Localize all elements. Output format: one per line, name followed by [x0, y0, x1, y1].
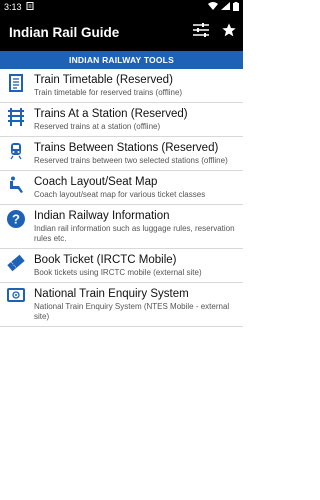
item-description: Reserved trains at a station (offline) — [34, 122, 161, 131]
filter-settings-button[interactable] — [187, 14, 215, 51]
item-title: Train Timetable (Reserved) — [34, 74, 173, 86]
list-item-trains-between-stations[interactable]: Trains Between Stations (Reserved) Reser… — [0, 137, 243, 171]
item-description: National Train Enquiry System (NTES Mobi… — [34, 302, 230, 321]
list-item-book-ticket[interactable]: Book Ticket (IRCTC Mobile) Book tickets … — [0, 249, 243, 283]
notification-icon — [26, 2, 34, 12]
railway-track-icon — [4, 108, 28, 126]
seat-icon — [4, 176, 28, 194]
list-item-ntes[interactable]: National Train Enquiry System National T… — [0, 283, 243, 327]
favorites-button[interactable] — [215, 14, 243, 51]
item-description: Train timetable for reserved trains (off… — [34, 88, 183, 97]
ticket-icon — [4, 254, 28, 272]
navigation-bar — [0, 486, 243, 500]
sliders-icon — [193, 23, 209, 42]
help-icon: ? — [4, 210, 28, 228]
item-title: Trains Between Stations (Reserved) — [34, 142, 219, 154]
section-header: INDIAN RAILWAY TOOLS — [0, 51, 243, 69]
list-item-train-timetable[interactable]: Train Timetable (Reserved) Train timetab… — [0, 69, 243, 103]
item-title: Trains At a Station (Reserved) — [34, 108, 188, 120]
item-title: Book Ticket (IRCTC Mobile) — [34, 254, 177, 266]
wifi-icon — [208, 2, 218, 12]
list-item-railway-information[interactable]: ? Indian Railway Information Indian rail… — [0, 205, 243, 249]
list-item-trains-at-station[interactable]: Trains At a Station (Reserved) Reserved … — [0, 103, 243, 137]
tools-list: Train Timetable (Reserved) Train timetab… — [0, 69, 243, 327]
item-description: Book tickets using IRCTC mobile (externa… — [34, 268, 202, 277]
app-title: Indian Rail Guide — [9, 25, 120, 40]
train-icon — [4, 142, 28, 160]
item-title: National Train Enquiry System — [34, 288, 189, 300]
item-title: Coach Layout/Seat Map — [34, 176, 158, 188]
ntes-icon — [4, 288, 28, 302]
battery-icon — [233, 1, 239, 13]
item-description: Reserved trains between two selected sta… — [34, 156, 228, 165]
star-icon — [221, 22, 237, 43]
status-time: 3:13 — [4, 2, 22, 12]
status-bar: 3:13 — [0, 0, 243, 14]
document-icon — [4, 74, 28, 92]
svg-text:?: ? — [12, 212, 20, 227]
item-description: Indian rail information such as luggage … — [34, 224, 235, 243]
app-bar: Indian Rail Guide — [0, 14, 243, 51]
item-description: Coach layout/seat map for various ticket… — [34, 190, 206, 199]
signal-icon — [221, 2, 230, 12]
item-title: Indian Railway Information — [34, 210, 170, 222]
list-item-coach-layout[interactable]: Coach Layout/Seat Map Coach layout/seat … — [0, 171, 243, 205]
